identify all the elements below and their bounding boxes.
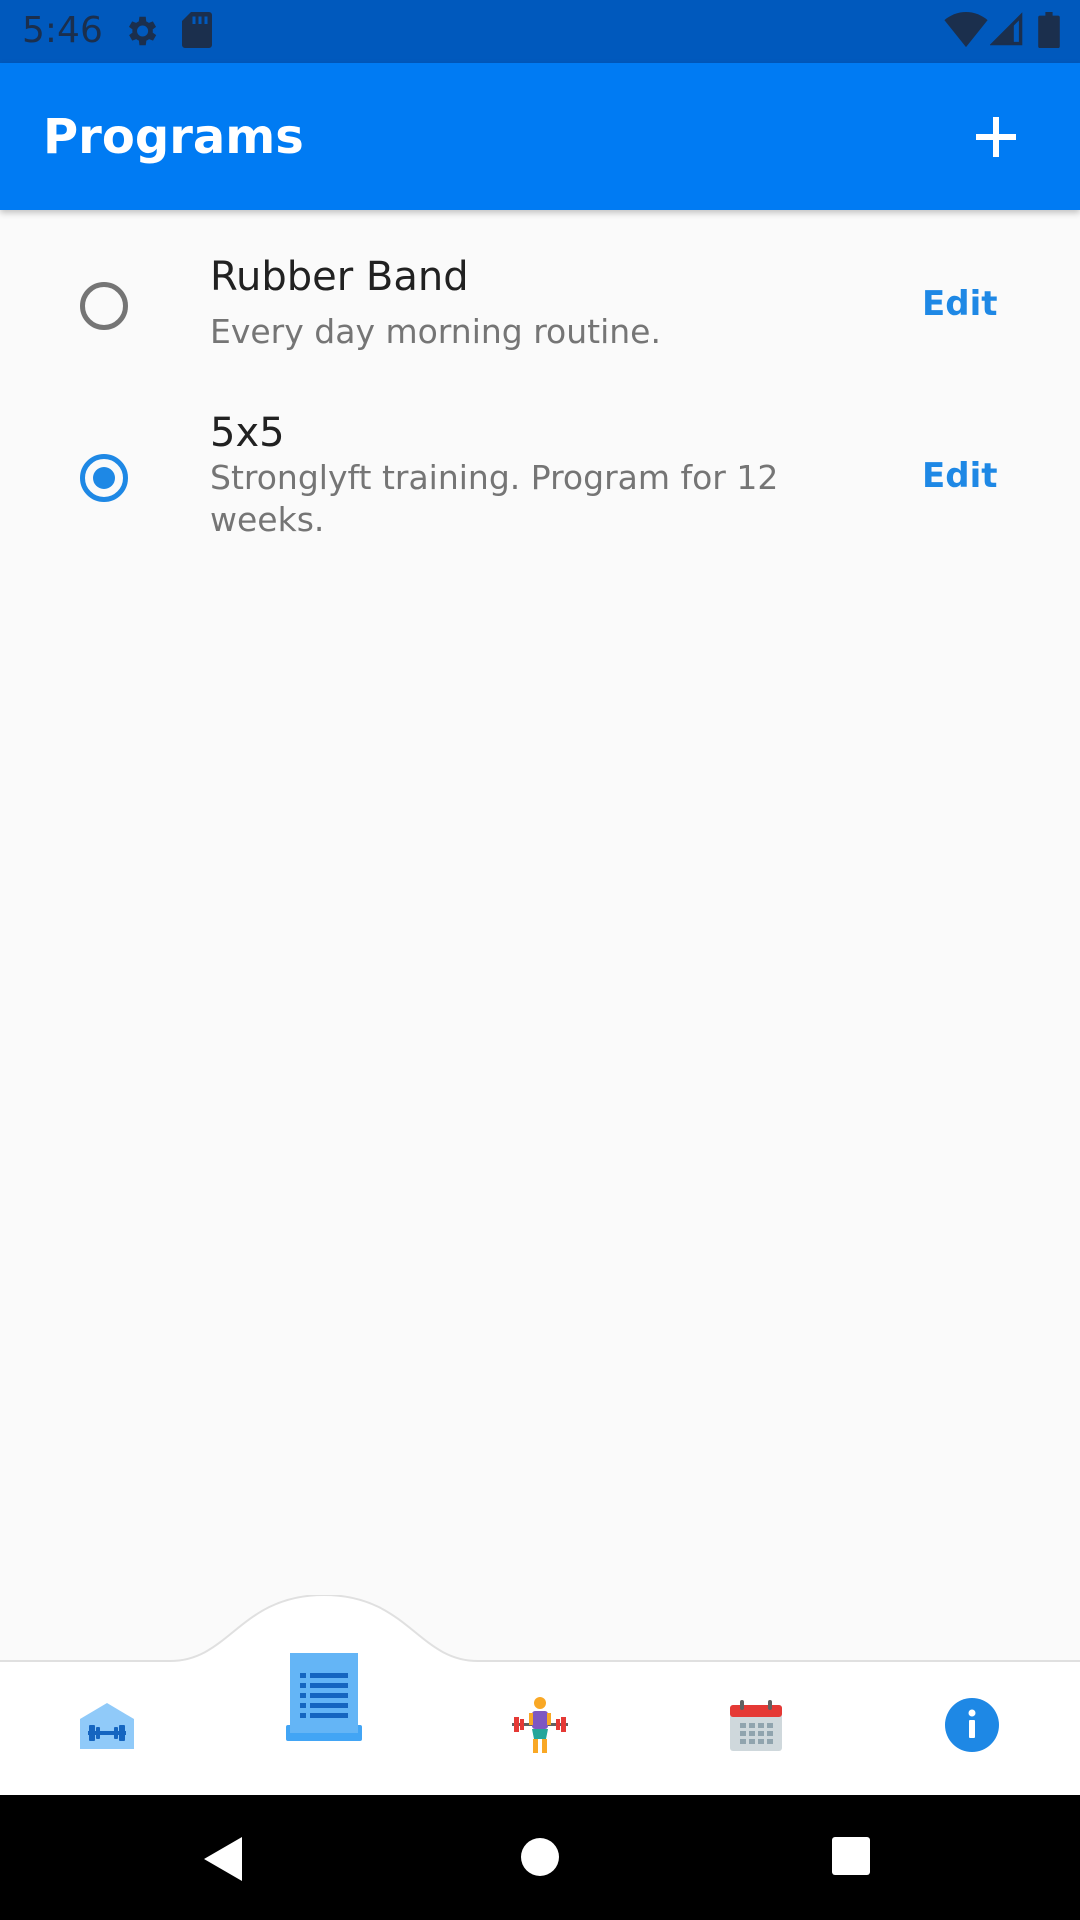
status-bar: 5:46 <box>0 0 1080 63</box>
recents-button[interactable] <box>832 1837 870 1875</box>
add-program-button[interactable] <box>968 109 1024 165</box>
nav-item-calendar[interactable] <box>728 1699 784 1753</box>
program-name: 5x5 <box>210 410 285 456</box>
home-button[interactable] <box>520 1837 560 1877</box>
back-icon <box>204 1837 242 1881</box>
home-icon <box>521 1838 559 1876</box>
program-description: Every day morning routine. <box>210 312 661 351</box>
app-bar: Programs <box>0 63 1080 210</box>
gear-icon <box>128 16 157 46</box>
sd-card-icon <box>182 12 212 48</box>
weightlifter-icon <box>512 1697 568 1753</box>
program-radio-unselected[interactable] <box>80 282 128 330</box>
plus-icon <box>976 117 1016 157</box>
info-icon <box>945 1698 999 1752</box>
bottom-nav <box>0 1595 1080 1795</box>
nav-item-info[interactable] <box>944 1697 1000 1753</box>
status-time: 5:46 <box>22 10 103 51</box>
signal-icon <box>990 12 1023 46</box>
programs-list-icon <box>286 1653 362 1741</box>
program-row-rubber-band[interactable]: Rubber Band Every day morning routine. E… <box>0 240 1080 380</box>
calendar-icon <box>730 1700 782 1751</box>
edit-button[interactable]: Edit <box>922 456 997 496</box>
program-description: Stronglyft training. Program for 12 week… <box>210 458 779 539</box>
back-button[interactable] <box>204 1837 244 1881</box>
nav-item-programs[interactable] <box>284 1651 364 1743</box>
edit-button[interactable]: Edit <box>922 284 997 324</box>
page-title: Programs <box>43 109 304 165</box>
wifi-icon <box>944 12 988 48</box>
nav-item-gym[interactable] <box>78 1701 136 1751</box>
nav-item-workout[interactable] <box>510 1695 570 1755</box>
system-nav-bar <box>0 1795 1080 1920</box>
program-radio-selected[interactable] <box>80 454 128 502</box>
recents-icon <box>832 1837 870 1875</box>
battery-icon <box>1038 12 1060 48</box>
program-row-5x5[interactable]: 5x5 Stronglyft training. Program for 12 … <box>0 410 1080 550</box>
gym-icon <box>80 1703 134 1749</box>
program-name: Rubber Band <box>210 254 469 300</box>
